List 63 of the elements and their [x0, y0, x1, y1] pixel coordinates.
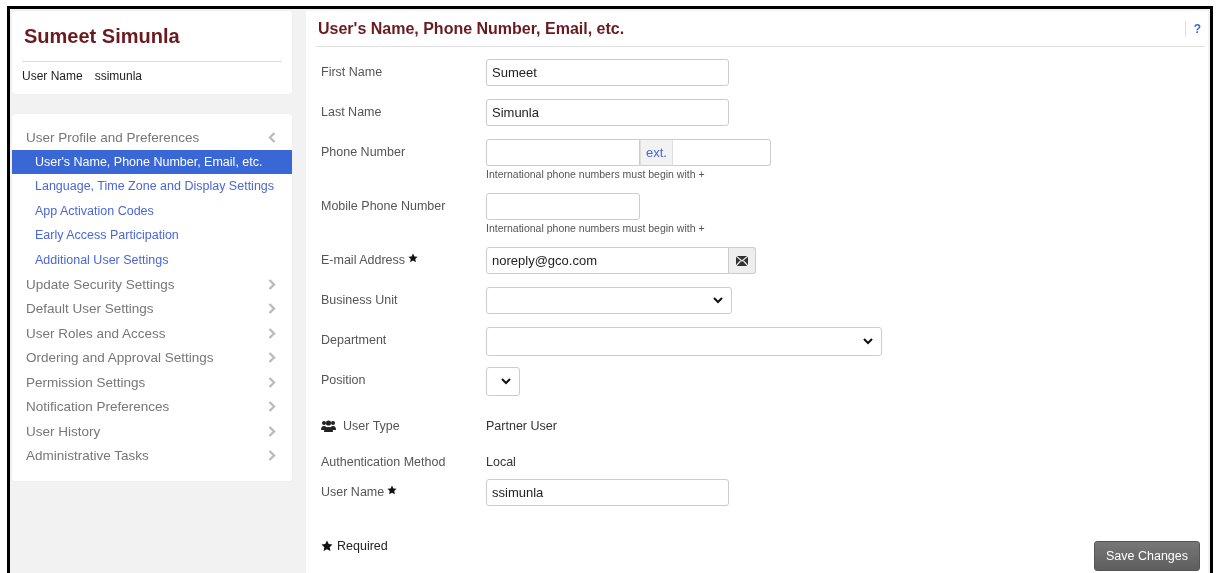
required-star-icon	[408, 253, 419, 263]
field-label: First Name	[321, 65, 383, 79]
chevron-icon	[268, 131, 276, 143]
sidebar-section[interactable]: Ordering and Approval Settings	[12, 345, 292, 370]
help-text: International phone numbers must begin with +	[486, 168, 705, 180]
sidebar-section[interactable]: Permission Settings	[12, 370, 292, 395]
username-label: User Name	[22, 69, 83, 83]
field-label: E-mail Address	[321, 253, 406, 267]
sidebar-item[interactable]: App Activation Codes	[12, 198, 292, 223]
caret-icon	[863, 338, 873, 345]
chevron-icon	[268, 278, 276, 290]
help-link[interactable]: ?	[1184, 20, 1205, 37]
caret-icon	[501, 378, 511, 385]
page-title: User's Name, Phone Number, Email, etc.	[318, 19, 625, 38]
field-label: Position	[321, 373, 366, 387]
input-field[interactable]: Sumeet	[486, 59, 729, 86]
chevron-icon	[268, 450, 276, 462]
field-label: Mobile Phone Number	[321, 199, 446, 213]
field-label: Business Unit	[321, 293, 398, 307]
input-field[interactable]: Simunla	[486, 99, 729, 126]
sidebar-section[interactable]: Administrative Tasks	[12, 443, 292, 468]
field-value: Partner User	[486, 418, 557, 433]
user-full-name: Sumeet Simunla	[24, 24, 181, 49]
username-value: ssimunla	[94, 69, 143, 83]
sidebar-section[interactable]: User History	[12, 419, 292, 444]
input-field[interactable]	[672, 139, 771, 166]
email-button[interactable]	[729, 247, 756, 274]
sidebar-section[interactable]: Notification Preferences	[12, 394, 292, 419]
extension-label: ext.	[640, 139, 673, 166]
field-label: User Name	[321, 485, 385, 499]
input-field[interactable]: noreply@gco.com	[486, 247, 729, 274]
chevron-icon	[268, 303, 276, 315]
input-field[interactable]	[486, 139, 640, 166]
chevron-icon	[268, 327, 276, 339]
chevron-icon	[268, 352, 276, 364]
input-field[interactable]: ssimunla	[486, 479, 729, 506]
chevron-icon	[268, 425, 276, 437]
field-label: User Type	[343, 419, 400, 433]
field-label: Authentication Method	[321, 455, 446, 469]
sidebar-item[interactable]: Language, Time Zone and Display Settings	[12, 174, 292, 199]
chevron-icon	[268, 401, 276, 413]
envelope-icon	[736, 255, 748, 266]
field-label: Department	[321, 333, 387, 347]
required-note: Required	[337, 539, 388, 553]
field-label: Phone Number	[321, 145, 406, 159]
sidebar-section[interactable]: User Profile and Preferences	[12, 125, 292, 150]
input-field[interactable]	[486, 193, 640, 220]
dropdown[interactable]	[486, 367, 520, 396]
required-star-icon	[321, 540, 333, 552]
field-value: Local	[486, 454, 516, 469]
sidebar-section[interactable]: Update Security Settings	[12, 272, 292, 297]
save-changes-button[interactable]: Save Changes	[1094, 541, 1200, 571]
required-star-icon	[387, 485, 398, 495]
caret-icon	[713, 297, 723, 304]
help-text: International phone numbers must begin with +	[486, 222, 705, 234]
sidebar-item[interactable]: Additional User Settings	[12, 247, 292, 272]
sidebar-section[interactable]: User Roles and Access	[12, 321, 292, 346]
sidebar-item[interactable]: Early Access Participation	[12, 223, 292, 248]
sidebar-item[interactable]: User's Name, Phone Number, Email, etc.	[12, 149, 292, 174]
sidebar-section[interactable]: Default User Settings	[12, 296, 292, 321]
users-icon	[321, 420, 336, 432]
field-label: Last Name	[321, 105, 382, 119]
chevron-icon	[268, 376, 276, 388]
